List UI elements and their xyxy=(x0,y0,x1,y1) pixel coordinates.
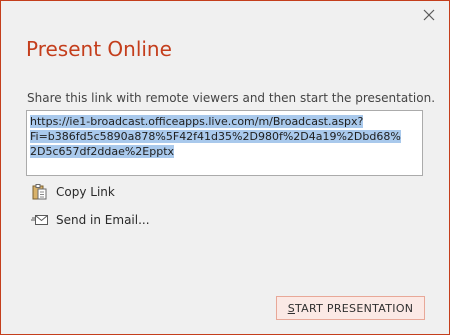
present-online-dialog: Present Online Share this link with remo… xyxy=(0,0,450,335)
link-text: https://ie1-broadcast.officeapps.live.co… xyxy=(30,115,364,128)
start-presentation-mnemonic: S xyxy=(287,301,295,315)
link-line: https://ie1-broadcast.officeapps.live.co… xyxy=(30,114,419,129)
copy-link-button[interactable]: Copy Link xyxy=(31,184,115,200)
send-in-email-label: Send in Email... xyxy=(56,213,150,227)
start-presentation-label: TART PRESENTATION xyxy=(294,301,414,315)
link-text: 2D5c657df2ddae%2Epptx xyxy=(30,145,175,158)
close-button[interactable] xyxy=(421,7,437,23)
link-line: Fi=b386fd5c5890a878%5F42f41d35%2D980f%2D… xyxy=(30,129,419,144)
clipboard-icon xyxy=(31,184,49,200)
link-line: 2D5c657df2ddae%2Epptx xyxy=(30,144,419,159)
start-presentation-button[interactable]: S TART PRESENTATION xyxy=(276,296,425,320)
email-icon xyxy=(31,212,49,228)
send-in-email-button[interactable]: Send in Email... xyxy=(31,212,150,228)
link-text: Fi=b386fd5c5890a878%5F42f41d35%2D980f%2D… xyxy=(30,130,401,143)
close-icon xyxy=(423,9,435,21)
instruction-text: Share this link with remote viewers and … xyxy=(27,91,436,105)
copy-link-label: Copy Link xyxy=(56,185,115,199)
broadcast-link-textbox[interactable]: https://ie1-broadcast.officeapps.live.co… xyxy=(26,110,423,176)
dialog-title: Present Online xyxy=(26,37,172,61)
